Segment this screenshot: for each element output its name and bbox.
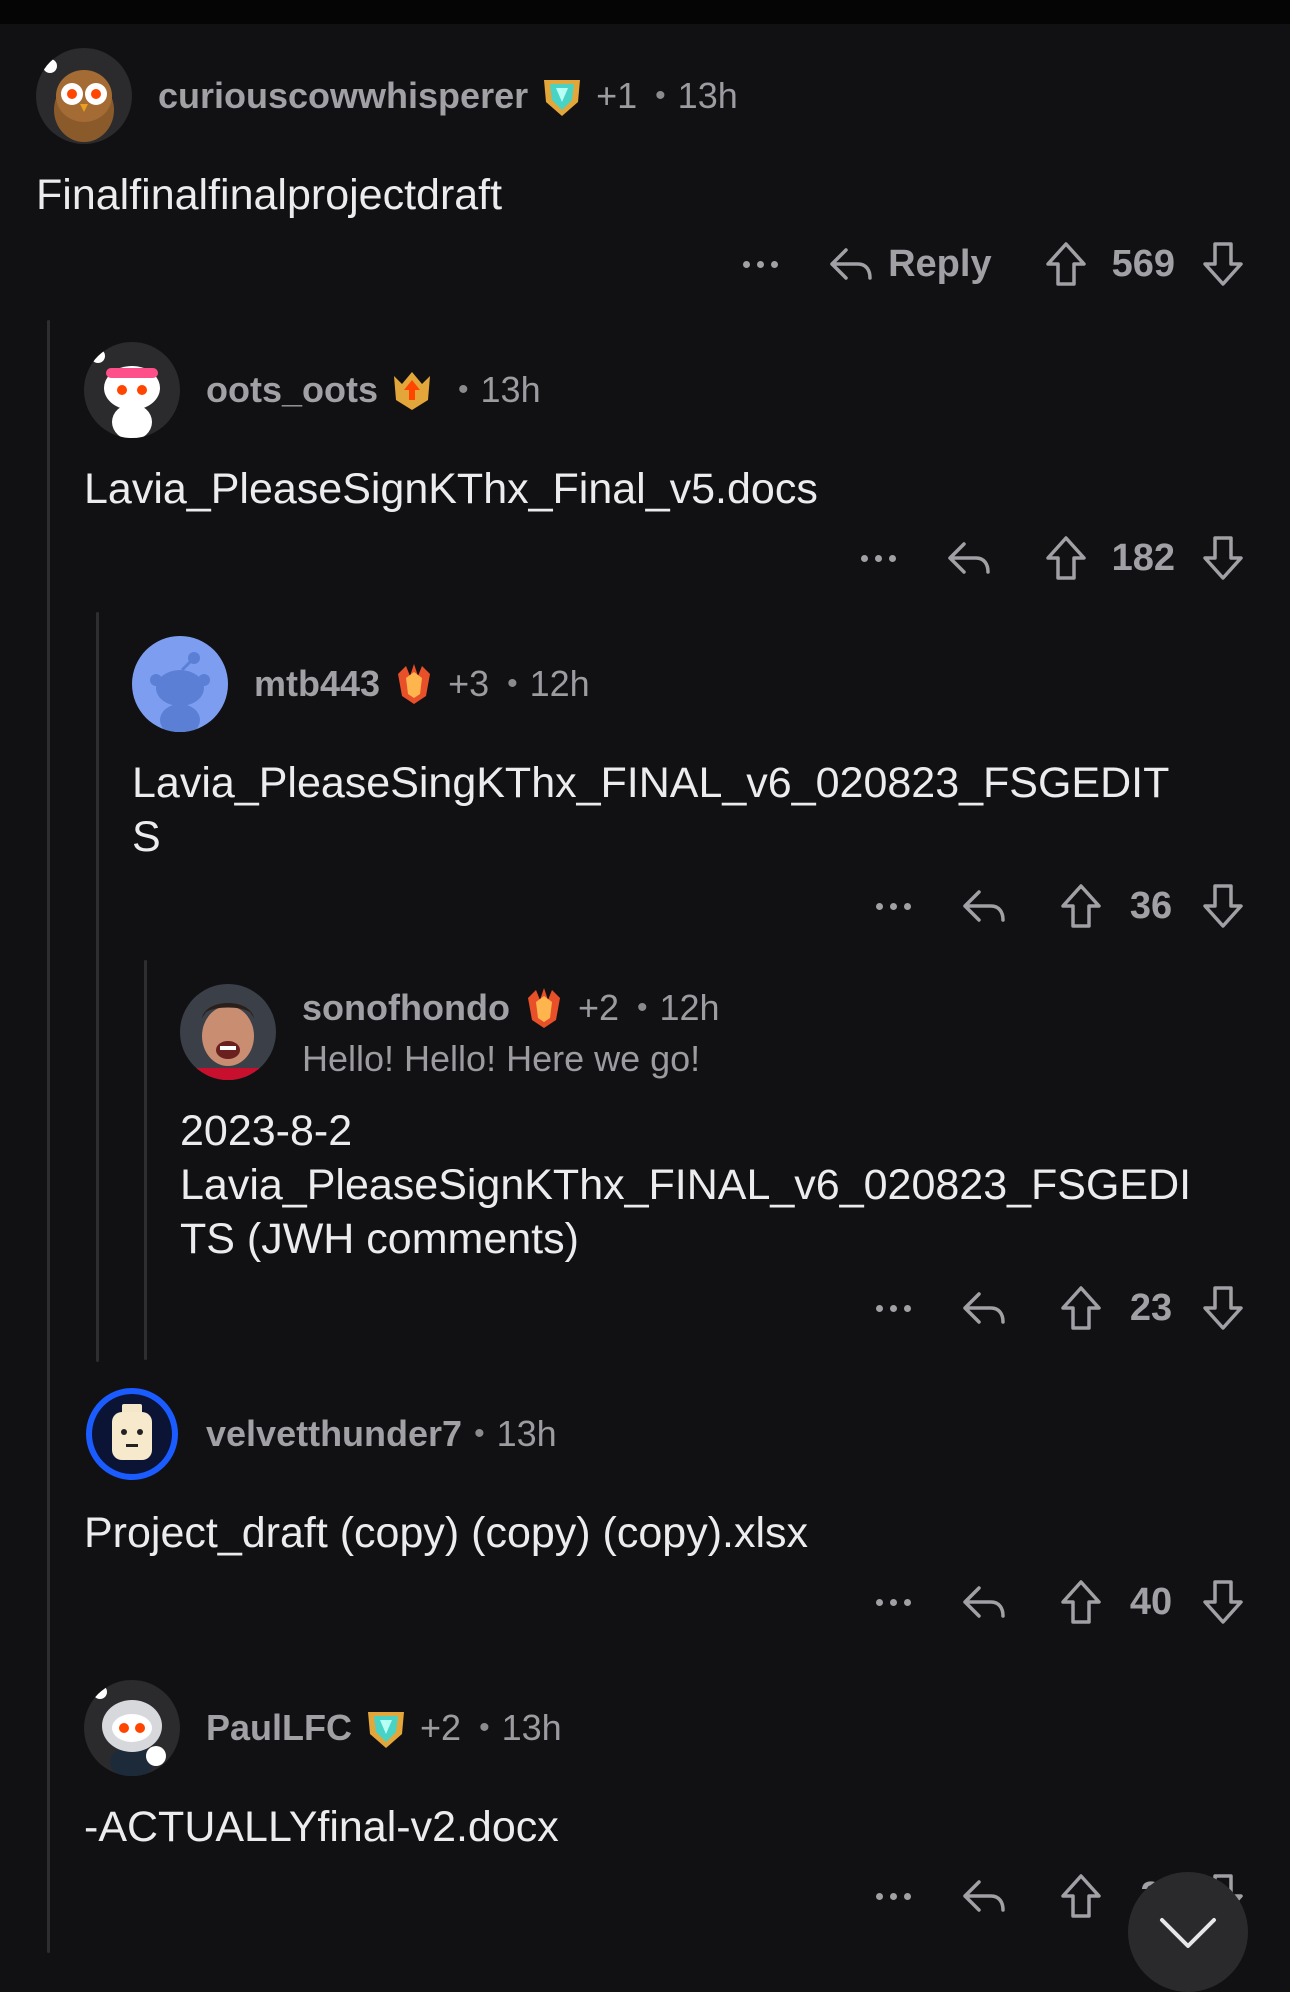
more-options-button[interactable] <box>876 1304 911 1312</box>
photo-face-avatar[interactable] <box>180 984 276 1080</box>
comment-actions: 23 <box>876 1278 1245 1338</box>
upvote-icon[interactable] <box>1044 534 1088 582</box>
thread-line-level-1[interactable] <box>47 320 50 1953</box>
downvote-icon[interactable] <box>1201 534 1245 582</box>
comment-body: Project_draft (copy) (copy) (copy).xlsx <box>84 1509 809 1557</box>
reply-icon <box>963 1292 1005 1324</box>
comment-header: velvetthunder7 • 13h <box>84 1386 557 1482</box>
flair-count: +2 <box>420 1707 462 1748</box>
comment-body: Lavia_PleaseSignKThx_Final_v5.docs <box>84 465 818 513</box>
separator-dot: • <box>474 1417 485 1450</box>
username[interactable]: PaulLFC <box>206 1707 352 1749</box>
comment-body: Finalfinalfinalprojectdraft <box>36 171 503 219</box>
timestamp: 13h <box>677 75 738 116</box>
vote-controls: 182 <box>1044 534 1245 582</box>
username[interactable]: oots_oots <box>206 369 378 411</box>
score: 36 <box>1129 884 1173 927</box>
reply-button[interactable] <box>961 886 1007 926</box>
score: 182 <box>1111 536 1175 579</box>
comment-body: -ACTUALLYfinal-v2.docx <box>84 1803 559 1851</box>
comment-body: Lavia_PleaseSingKThx_FINAL_v6_020823_FSG… <box>132 759 1170 861</box>
comment-actions: 36 <box>876 876 1245 936</box>
robot-helmet-snoo-avatar[interactable] <box>84 1680 180 1776</box>
comment-actions: Reply 569 <box>743 234 1245 294</box>
reply-button[interactable] <box>961 1582 1007 1622</box>
more-options-button[interactable] <box>876 1598 911 1606</box>
upvote-icon[interactable] <box>1059 882 1103 930</box>
reply-button[interactable] <box>961 1288 1007 1328</box>
comment-body: 2023-8-2 Lavia_PleaseSignKThx_FINAL_v6_0… <box>180 1107 1192 1263</box>
crown-arrow-shield-icon <box>388 366 436 414</box>
score: 40 <box>1129 1580 1173 1623</box>
red-crystal-icon <box>520 984 568 1032</box>
comment-header: mtb443 +3 • 12h <box>132 636 590 732</box>
upvote-icon[interactable] <box>1059 1872 1103 1920</box>
username[interactable]: sonofhondo <box>302 987 510 1029</box>
user-flair-text: Hello! Hello! Here we go! <box>302 1038 701 1079</box>
username[interactable]: velvetthunder7 <box>206 1413 462 1455</box>
timestamp: 13h <box>501 1707 562 1748</box>
vote-controls: 569 <box>1044 240 1245 288</box>
gem-shield-icon <box>362 1704 410 1752</box>
default-blue-snoo-avatar[interactable] <box>132 636 228 732</box>
chevron-down-icon <box>1160 1918 1216 1948</box>
pink-headband-snoo-avatar[interactable] <box>84 342 180 438</box>
vote-controls: 36 <box>1059 882 1245 930</box>
separator-dot: • <box>507 667 518 700</box>
reply-icon <box>963 1880 1005 1912</box>
separator-dot: • <box>458 373 469 406</box>
timestamp: 12h <box>659 987 720 1028</box>
gem-shield-icon <box>538 72 586 120</box>
downvote-icon[interactable] <box>1201 1578 1245 1626</box>
vote-controls: 40 <box>1059 1578 1245 1626</box>
reply-icon <box>963 1586 1005 1618</box>
flair-count: +2 <box>577 987 619 1028</box>
upvote-icon[interactable] <box>1059 1578 1103 1626</box>
reply-icon <box>947 542 990 574</box>
comment-header: oots_oots • 13h <box>84 342 541 438</box>
upvote-icon[interactable] <box>1059 1284 1103 1332</box>
vote-controls: 23 <box>1059 1284 1245 1332</box>
owl-snoo-avatar[interactable] <box>36 48 132 144</box>
timestamp: 12h <box>529 663 590 704</box>
more-options-button[interactable] <box>876 1892 911 1900</box>
downvote-icon[interactable] <box>1201 240 1245 288</box>
separator-dot: • <box>655 79 666 112</box>
comment-header: PaulLFC +2 • 13h <box>84 1680 562 1776</box>
comment-actions: 182 <box>860 528 1245 588</box>
reply-icon <box>830 248 872 280</box>
downvote-icon[interactable] <box>1201 1284 1245 1332</box>
comment-header: curiouscowwhisperer +1 • 13h <box>36 48 738 144</box>
thread-line-level-2[interactable] <box>96 612 99 1362</box>
separator-dot: • <box>479 1711 490 1744</box>
score: 569 <box>1111 242 1175 285</box>
upvote-icon[interactable] <box>1044 240 1088 288</box>
flair-count: +1 <box>596 75 638 116</box>
comment-actions: 40 <box>876 1572 1245 1632</box>
more-options-button[interactable] <box>743 260 779 268</box>
more-options-button[interactable] <box>876 902 911 910</box>
lego-head-avatar[interactable] <box>84 1386 180 1482</box>
flair-count: +3 <box>448 663 490 704</box>
more-options-button[interactable] <box>860 554 896 562</box>
thread-line-level-3[interactable] <box>144 960 147 1360</box>
reply-label: Reply <box>888 242 992 285</box>
comment-header: sonofhondo +2 • 12h Hello! Hello! Here w… <box>180 984 720 1080</box>
reply-icon <box>963 890 1005 922</box>
reply-button[interactable]: Reply <box>828 242 992 286</box>
reply-button[interactable] <box>946 538 992 578</box>
username[interactable]: curiouscowwhisperer <box>158 75 528 117</box>
status-bar-strip <box>0 0 1290 24</box>
timestamp: 13h <box>496 1413 557 1454</box>
username[interactable]: mtb443 <box>254 663 380 705</box>
reply-button[interactable] <box>961 1876 1007 1916</box>
downvote-icon[interactable] <box>1201 882 1245 930</box>
timestamp: 13h <box>480 369 541 410</box>
score: 23 <box>1129 1286 1173 1329</box>
scroll-next-button[interactable] <box>1128 1872 1248 1992</box>
red-crystal-icon <box>390 660 438 708</box>
separator-dot: • <box>636 991 648 1024</box>
